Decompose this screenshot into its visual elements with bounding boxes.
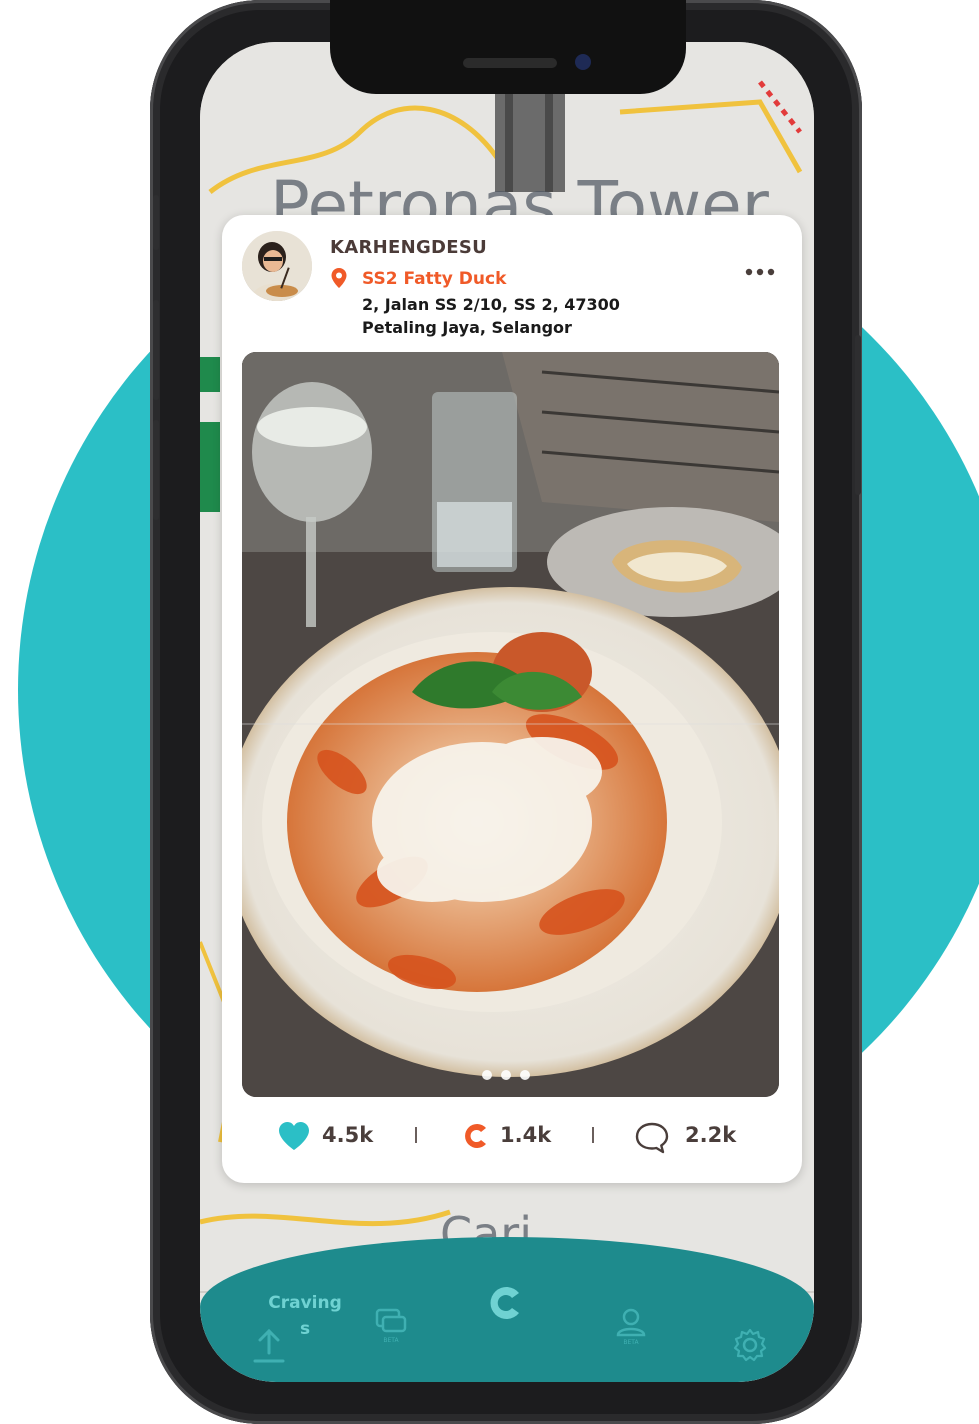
nav-cravings[interactable]: [485, 1282, 527, 1328]
stats-divider: [592, 1127, 594, 1143]
post-username[interactable]: KARHENGDESU: [330, 237, 487, 258]
volume-up-button: [153, 300, 159, 400]
heart-icon[interactable]: [277, 1121, 311, 1151]
nav-chat[interactable]: BETA: [374, 1307, 408, 1349]
phone-camera: [575, 54, 591, 70]
volume-down-button: [153, 420, 159, 520]
avatar[interactable]: [242, 231, 312, 301]
stats-divider: [415, 1127, 417, 1143]
chat-icon: BETA: [375, 1308, 407, 1344]
carousel-dot[interactable]: [520, 1070, 530, 1080]
cravings-icon[interactable]: [462, 1121, 490, 1151]
image-carousel-dots[interactable]: [482, 1070, 538, 1082]
comment-icon[interactable]: [634, 1121, 670, 1155]
nav-active-label: Cravings: [268, 1293, 342, 1339]
cravings-count: 1.4k: [500, 1123, 552, 1147]
nav-settings[interactable]: [732, 1327, 768, 1367]
phone-speaker: [463, 58, 557, 68]
location-pin-icon: [331, 268, 347, 288]
post-place-name[interactable]: SS2 Fatty Duck: [362, 269, 506, 289]
mute-switch: [153, 195, 159, 250]
chat-beta-badge: BETA: [383, 1337, 399, 1344]
gear-icon: [733, 1328, 767, 1362]
phone-notch: [330, 0, 686, 94]
more-options-icon[interactable]: [744, 265, 776, 279]
nav-profile[interactable]: BETA: [614, 1307, 648, 1351]
post-address: 2, Jalan SS 2/10, SS 2, 47300 Petaling J…: [362, 295, 620, 337]
comments-count: 2.2k: [685, 1123, 737, 1147]
post-stats-bar: 4.5k 1.4k 2.2k: [222, 1115, 802, 1155]
carousel-dot[interactable]: [482, 1070, 492, 1080]
post-photo[interactable]: [242, 352, 779, 1097]
post-card: KARHENGDESU SS2 Fatty Duck 2, Jalan SS 2…: [222, 215, 802, 1183]
profile-icon: BETA: [616, 1308, 646, 1346]
profile-beta-badge: BETA: [623, 1339, 639, 1346]
power-button: [855, 335, 861, 495]
likes-count: 4.5k: [322, 1123, 374, 1147]
carousel-dot[interactable]: [501, 1070, 511, 1080]
cravings-logo-icon: [490, 1287, 519, 1319]
